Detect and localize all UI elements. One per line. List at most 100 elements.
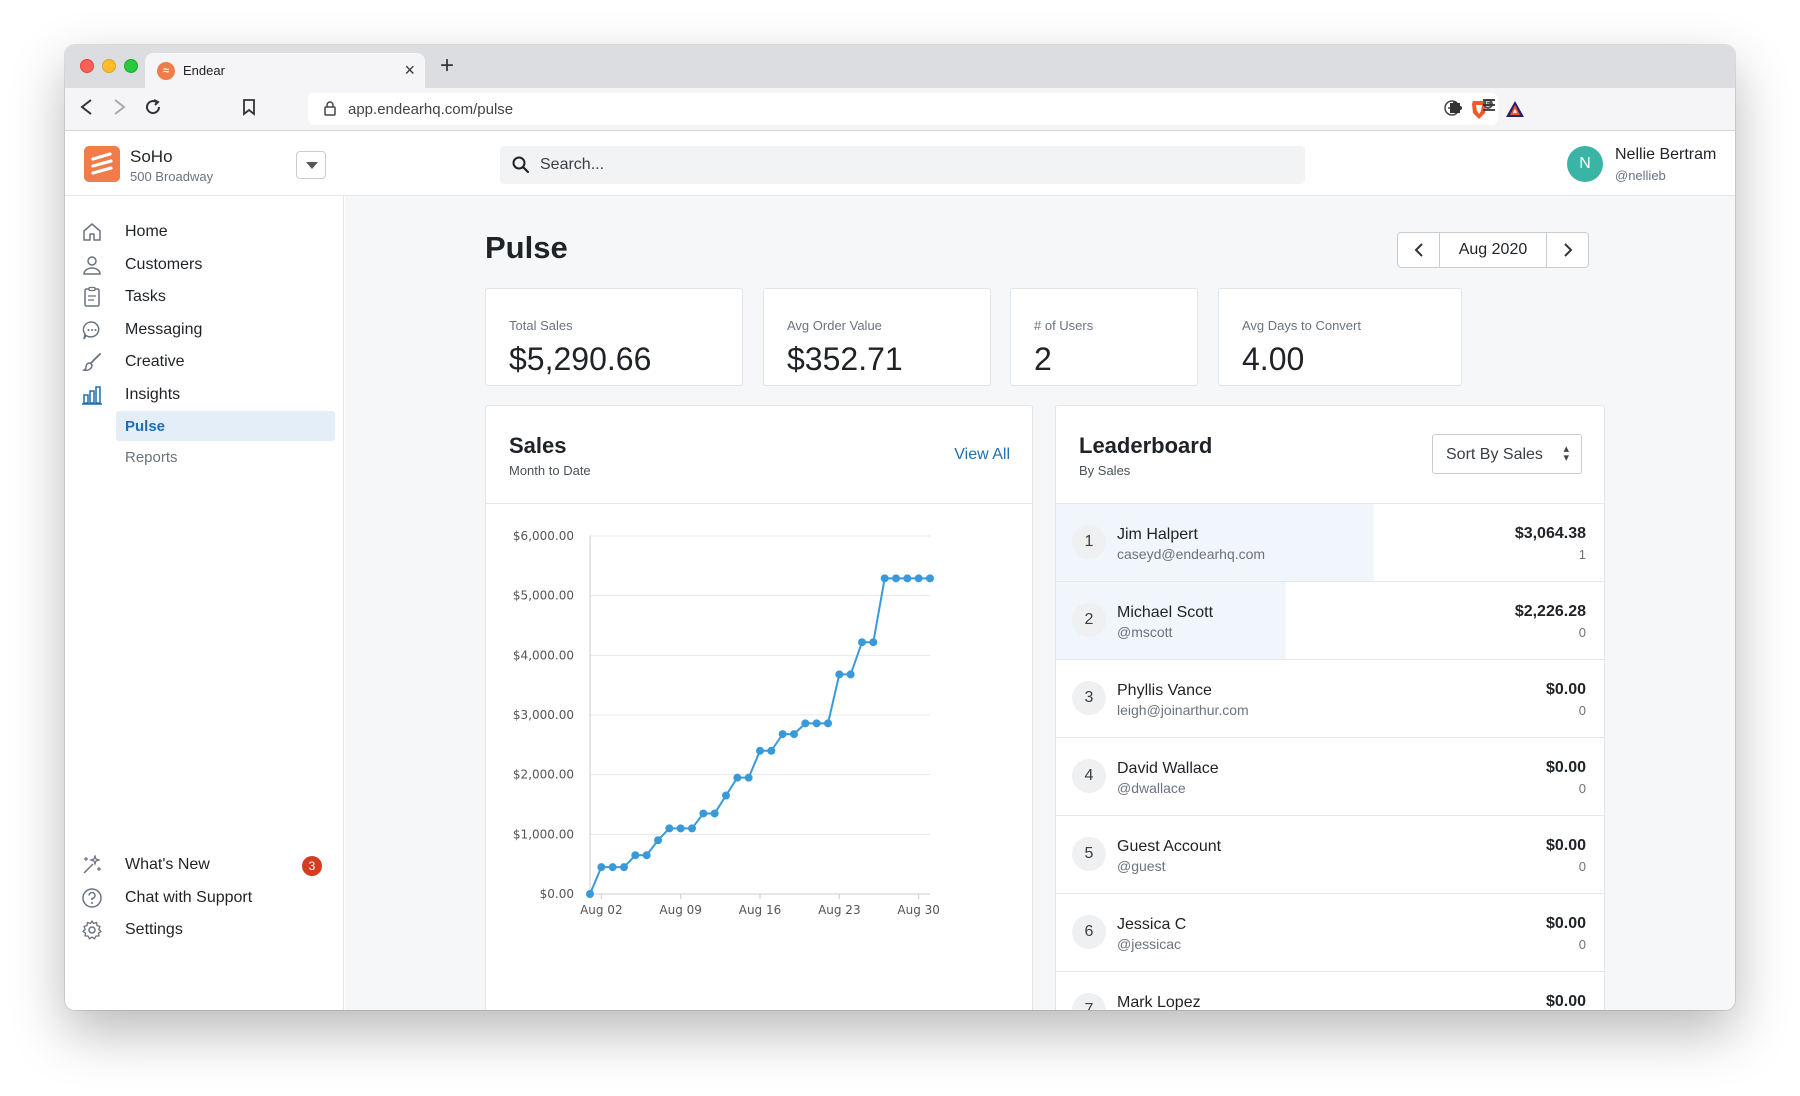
store-switcher-dropdown[interactable]	[296, 151, 326, 179]
brave-rewards-icon[interactable]	[1504, 99, 1526, 124]
sales-amount: $2,226.28	[1514, 603, 1586, 620]
forward-icon[interactable]	[111, 98, 127, 122]
sidebar-item-creative[interactable]: Creative	[65, 345, 344, 379]
sales-data-point	[869, 638, 878, 647]
order-count: 0	[1578, 781, 1586, 796]
previous-month-button[interactable]	[1398, 233, 1440, 267]
sidebar-subitem-reports[interactable]: Reports	[116, 442, 335, 472]
stat-card-total-sales: Total Sales $5,290.66	[485, 288, 743, 386]
store-name: SoHo	[130, 147, 173, 166]
order-count: 0	[1578, 703, 1586, 718]
help-circle-icon	[81, 887, 103, 909]
sales-data-point	[892, 574, 900, 583]
chevron-right-icon	[1564, 243, 1573, 257]
sales-panel: Sales Month to Date View All $0.00 $1,000…	[485, 405, 1033, 1010]
close-window-button[interactable]	[80, 59, 94, 73]
sidebar-item-whats-new[interactable]: What's New 3	[65, 848, 344, 882]
bar-chart-icon	[81, 384, 103, 406]
next-month-button[interactable]	[1546, 233, 1588, 267]
sidebar-item-chat-support[interactable]: Chat with Support	[65, 881, 344, 915]
leaderboard-row[interactable]: 4 David Wallace @dwallace $0.00 0	[1056, 738, 1604, 816]
menu-icon[interactable]	[1481, 97, 1497, 118]
user-name[interactable]: Nellie Bertram	[1615, 146, 1716, 164]
associate-name: Jim Halpert	[1117, 526, 1198, 543]
sales-data-point	[597, 863, 606, 872]
browser-toolbar: app.endearhq.com/pulse 5	[65, 88, 1735, 131]
stat-card-avg-order-value: Avg Order Value $352.71	[763, 288, 991, 386]
person-icon	[81, 254, 103, 276]
reload-icon[interactable]	[144, 98, 162, 122]
stat-value: $352.71	[787, 341, 903, 377]
sales-data-point	[846, 670, 855, 679]
extensions-icon[interactable]	[1447, 97, 1465, 120]
chevron-left-icon	[1414, 243, 1423, 257]
month-navigator: Aug 2020	[1397, 232, 1589, 268]
rank-badge: 6	[1072, 915, 1106, 949]
order-count: 1	[1578, 547, 1586, 562]
sales-data-point	[801, 719, 810, 728]
sales-data-point	[880, 574, 889, 583]
sales-data-point	[676, 824, 685, 833]
leaderboard-row[interactable]: 1 Jim Halpert caseyd@endearhq.com $3,064.38…	[1056, 504, 1604, 582]
sparkle-icon	[81, 854, 103, 876]
sales-data-point	[642, 851, 651, 860]
sidebar-item-insights[interactable]: Insights	[65, 378, 344, 412]
maximize-window-button[interactable]	[124, 59, 138, 73]
sales-data-point	[665, 824, 674, 833]
sidebar-item-customers[interactable]: Customers	[65, 248, 344, 282]
associate-name: David Wallace	[1117, 760, 1219, 777]
bookmark-icon[interactable]	[242, 98, 256, 122]
sales-amount: $3,064.38	[1514, 525, 1586, 542]
sales-amount: $0.00	[1545, 837, 1586, 854]
brush-icon	[81, 351, 103, 373]
sales-data-point	[835, 670, 844, 679]
sidebar-item-settings[interactable]: Settings	[65, 913, 344, 947]
leaderboard-row[interactable]: 7 Mark Lopez $0.00	[1056, 972, 1604, 1010]
sales-amount: $0.00	[1545, 681, 1586, 698]
sidebar-item-messaging[interactable]: Messaging	[65, 313, 344, 347]
search-input[interactable]	[540, 146, 1280, 184]
sidebar-subitem-label: Pulse	[125, 418, 166, 435]
tab-close-icon[interactable]: ×	[404, 60, 415, 81]
sidebar-item-label: Insights	[125, 386, 181, 403]
back-icon[interactable]	[79, 98, 95, 122]
search-icon	[512, 156, 530, 174]
sidebar-item-label: Settings	[125, 921, 183, 938]
stat-label: Total Sales	[509, 318, 573, 333]
y-tick-label: $5,000.00	[513, 589, 574, 603]
new-tab-icon[interactable]: +	[440, 52, 454, 80]
address-bar[interactable]: app.endearhq.com/pulse 5	[308, 93, 1524, 125]
leaderboard-row[interactable]: 6 Jessica C @jessicac $0.00 0	[1056, 894, 1604, 972]
view-all-link[interactable]: View All	[954, 446, 1010, 464]
x-tick-label: Aug 16	[739, 903, 782, 917]
sales-data-point	[608, 863, 617, 872]
sort-select[interactable]: Sort By Sales ▴ ▾	[1432, 434, 1582, 474]
sales-data-point	[812, 719, 821, 728]
leaderboard-row[interactable]: 3 Phyllis Vance leigh@joinarthur.com $0.00 0	[1056, 660, 1604, 738]
sales-data-point	[744, 773, 753, 782]
leaderboard-row[interactable]: 2 Michael Scott @mscott $2,226.28 0	[1056, 582, 1604, 660]
sidebar-item-home[interactable]: Home	[65, 215, 344, 249]
minimize-window-button[interactable]	[102, 59, 116, 73]
home-icon	[81, 221, 103, 243]
main-content: Pulse Aug 2020 Total Sales $5,290.66 Avg…	[345, 196, 1735, 1010]
gear-icon	[81, 919, 103, 941]
leaderboard-panel: Leaderboard By Sales Sort By Sales ▴ ▾ 1J…	[1055, 405, 1605, 1010]
associate-handle: @jessicac	[1117, 936, 1182, 952]
sales-data-point	[586, 890, 594, 898]
leaderboard-row[interactable]: 5 Guest Account @guest $0.00 0	[1056, 816, 1604, 894]
order-count: 0	[1578, 625, 1586, 640]
endear-logo-icon	[84, 146, 120, 182]
stat-value: 4.00	[1242, 341, 1305, 377]
search-bar	[500, 146, 1305, 184]
sidebar-item-tasks[interactable]: Tasks	[65, 280, 344, 314]
sidebar-item-label: Home	[125, 223, 168, 240]
sidebar-item-label: What's New	[125, 856, 210, 873]
sidebar-subitem-pulse[interactable]: Pulse	[116, 411, 335, 441]
browser-tab[interactable]: ≈ Endear ×	[145, 53, 425, 88]
associate-name: Phyllis Vance	[1117, 682, 1212, 699]
order-count: 0	[1578, 859, 1586, 874]
x-tick-label: Aug 02	[580, 903, 623, 917]
notification-badge: 3	[302, 856, 322, 876]
user-avatar[interactable]: N	[1567, 146, 1603, 182]
